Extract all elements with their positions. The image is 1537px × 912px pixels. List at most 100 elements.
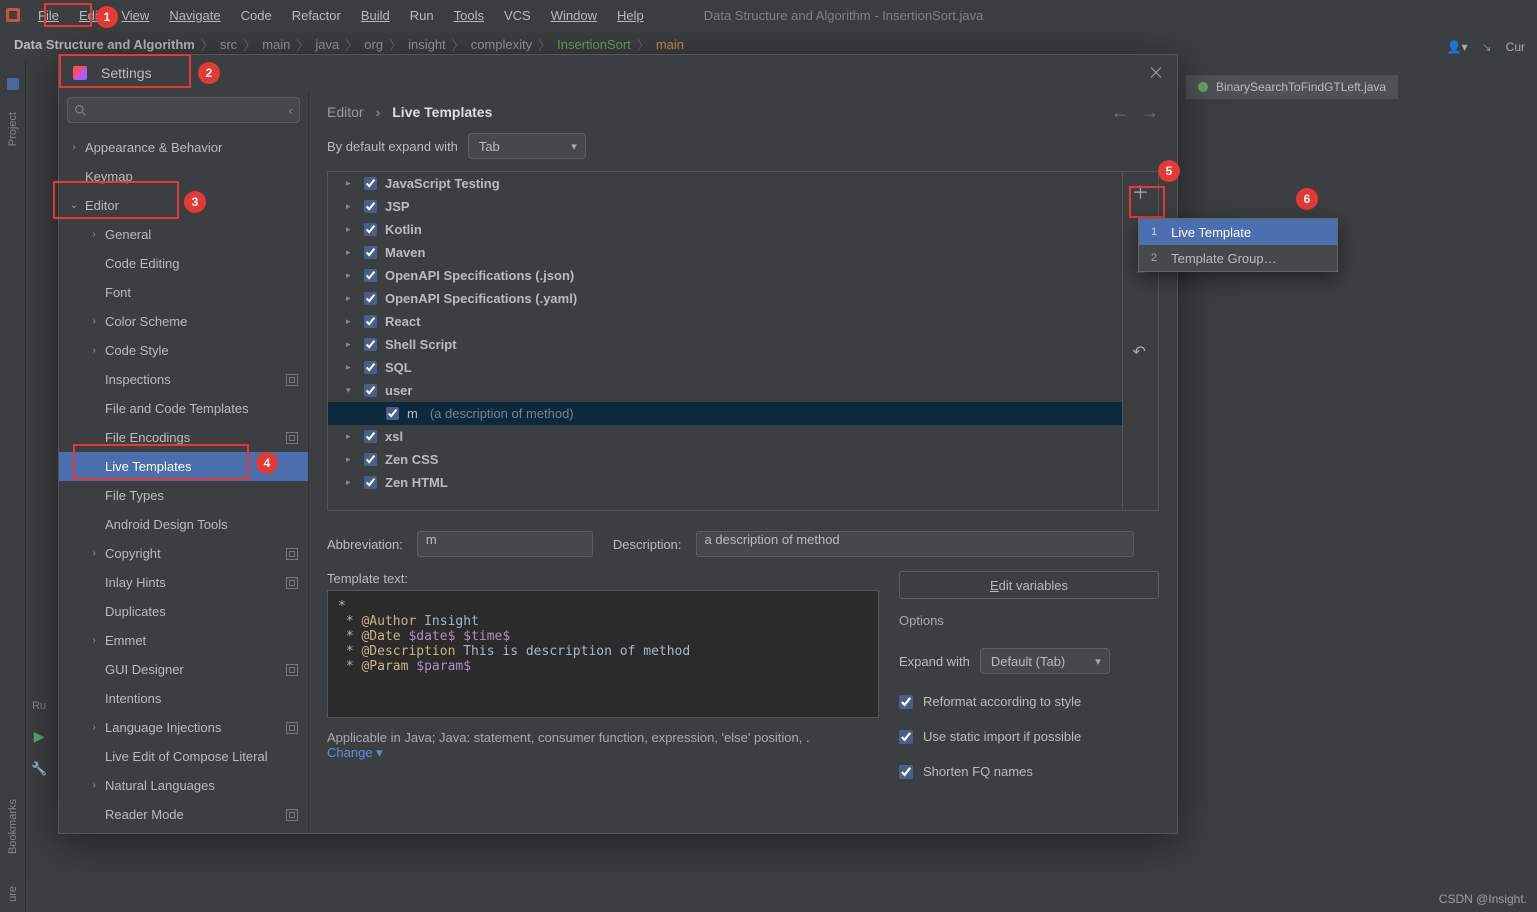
static-import-checkbox[interactable]: Use static import if possible: [899, 729, 1159, 744]
main-menubar: File Edit View Navigate Code Refactor Bu…: [0, 0, 1537, 30]
popup-template-group[interactable]: 2Template Group…: [1139, 245, 1337, 271]
crumb[interactable]: Data Structure and Algorithm: [14, 37, 195, 52]
template-list[interactable]: ▸JavaScript Testing▸JSP▸Kotlin▸Maven▸Ope…: [328, 172, 1122, 510]
template-group[interactable]: ▸SQL: [328, 356, 1122, 379]
crumb[interactable]: org: [364, 37, 383, 52]
settings-tree-item[interactable]: ›General: [59, 220, 308, 249]
editor-tab[interactable]: BinarySearchToFindGTLeft.java: [1186, 75, 1398, 99]
menu-tools[interactable]: Tools: [444, 4, 494, 27]
bookmarks-tool-label[interactable]: Bookmarks: [7, 799, 19, 854]
settings-tree-item[interactable]: Reader Mode: [59, 800, 308, 829]
expand-with-dropdown[interactable]: Tab: [468, 133, 586, 159]
project-tool-icon[interactable]: [7, 78, 19, 90]
menu-window[interactable]: Window: [541, 4, 607, 27]
template-group[interactable]: ▸JavaScript Testing: [328, 172, 1122, 195]
settings-tree-item[interactable]: Code Editing: [59, 249, 308, 278]
template-group[interactable]: ▸Zen CSS: [328, 448, 1122, 471]
crumb[interactable]: src: [220, 37, 237, 52]
revert-icon[interactable]: [1133, 342, 1149, 358]
settings-tree-item[interactable]: Font: [59, 278, 308, 307]
forward-arrow-icon[interactable]: →: [1141, 102, 1159, 123]
java-file-icon: [1198, 82, 1208, 92]
build-hammer-icon[interactable]: ↘: [1482, 40, 1492, 54]
change-link[interactable]: Change ▾: [327, 745, 383, 760]
crumb[interactable]: complexity: [471, 37, 532, 52]
settings-tree-item[interactable]: ›Code Style: [59, 336, 308, 365]
play-icon[interactable]: ▶: [34, 728, 45, 745]
crumb-editor[interactable]: Editor: [327, 104, 364, 120]
menu-vcs[interactable]: VCS: [494, 4, 541, 27]
callout-2-box: [59, 54, 191, 88]
settings-tree-item[interactable]: Intentions: [59, 684, 308, 713]
settings-tree-item[interactable]: ›Appearance & Behavior: [59, 133, 308, 162]
description-label: Description:: [613, 537, 682, 552]
menu-code[interactable]: Code: [231, 4, 282, 27]
crumb[interactable]: main: [656, 37, 684, 52]
settings-tree-item[interactable]: Live Edit of Compose Literal: [59, 742, 308, 771]
crumb[interactable]: InsertionSort: [557, 37, 631, 52]
close-icon[interactable]: [1149, 66, 1163, 80]
run-toolwindow-rail: Ru ▶ 🔧: [31, 700, 47, 777]
template-group[interactable]: ▸OpenAPI Specifications (.json): [328, 264, 1122, 287]
options-title: Options: [899, 613, 1159, 628]
settings-breadcrumb: Editor › Live Templates ← →: [327, 91, 1159, 133]
shorten-fq-checkbox[interactable]: Shorten FQ names: [899, 764, 1159, 779]
settings-tree-item[interactable]: Android Design Tools: [59, 510, 308, 539]
callout-2-badge: 2: [198, 62, 220, 84]
callout-6-badge: 6: [1296, 188, 1318, 210]
settings-tree-item[interactable]: Inspections: [59, 365, 308, 394]
run-label[interactable]: Ru: [32, 700, 46, 712]
settings-tree-item[interactable]: Duplicates: [59, 597, 308, 626]
template-text-editor[interactable]: * * @Author Insight * @Date $date$ $time…: [327, 590, 879, 718]
template-group[interactable]: ▸Zen HTML: [328, 471, 1122, 494]
callout-1-box: [44, 3, 92, 27]
template-group[interactable]: ▸OpenAPI Specifications (.yaml): [328, 287, 1122, 310]
abbreviation-field[interactable]: m: [417, 531, 593, 557]
editor-tab-label: BinarySearchToFindGTLeft.java: [1216, 80, 1386, 94]
callout-3-box: [53, 181, 179, 219]
template-group[interactable]: ▸xsl: [328, 425, 1122, 448]
settings-tree-item[interactable]: File and Code Templates: [59, 394, 308, 423]
settings-tree-item[interactable]: Inlay Hints: [59, 568, 308, 597]
crumb[interactable]: java: [315, 37, 339, 52]
wrench-icon[interactable]: 🔧: [31, 761, 47, 777]
crumb[interactable]: insight: [408, 37, 446, 52]
menu-run[interactable]: Run: [400, 4, 444, 27]
template-group[interactable]: ▸Kotlin: [328, 218, 1122, 241]
template-group[interactable]: ▾user: [328, 379, 1122, 402]
crumb[interactable]: main: [262, 37, 290, 52]
expand-with-dropdown2[interactable]: Default (Tab): [980, 648, 1110, 674]
description-field[interactable]: a description of method: [696, 531, 1134, 557]
template-item[interactable]: m(a description of method): [328, 402, 1122, 425]
template-group[interactable]: ▸JSP: [328, 195, 1122, 218]
edit-variables-button[interactable]: Edit variables: [899, 571, 1159, 599]
settings-tree-item[interactable]: ›Natural Languages: [59, 771, 308, 800]
popup-live-template[interactable]: 1Live Template: [1139, 219, 1337, 245]
settings-tree-item[interactable]: ›Color Scheme: [59, 307, 308, 336]
user-icon[interactable]: 👤▾: [1447, 40, 1468, 54]
settings-search[interactable]: ‹: [67, 97, 300, 123]
toolbar-right: 👤▾ ↘ Cur: [1447, 40, 1525, 54]
template-group[interactable]: ▸Maven: [328, 241, 1122, 264]
menu-view[interactable]: View: [111, 4, 159, 27]
dialog-titlebar: Settings: [59, 55, 1177, 91]
template-group[interactable]: ▸React: [328, 310, 1122, 333]
back-arrow-icon[interactable]: ←: [1111, 102, 1129, 123]
callout-4-box: [73, 444, 249, 480]
settings-tree-item[interactable]: ›Language Injections: [59, 713, 308, 742]
menu-help[interactable]: Help: [607, 4, 654, 27]
settings-tree[interactable]: ›Appearance & BehaviorKeymap⌄Editor›Gene…: [59, 129, 308, 833]
settings-tree-item[interactable]: ›Copyright: [59, 539, 308, 568]
menu-navigate[interactable]: Navigate: [159, 4, 230, 27]
template-group[interactable]: ▸Shell Script: [328, 333, 1122, 356]
settings-tree-item[interactable]: GUI Designer: [59, 655, 308, 684]
reformat-checkbox[interactable]: Reformat according to style: [899, 694, 1159, 709]
menu-refactor[interactable]: Refactor: [282, 4, 351, 27]
menu-build[interactable]: Build: [351, 4, 400, 27]
run-config-label[interactable]: Cur: [1506, 40, 1525, 54]
settings-tree-item[interactable]: File Types: [59, 481, 308, 510]
project-tool-label[interactable]: Project: [7, 112, 19, 146]
structure-tool-label[interactable]: ure: [7, 886, 19, 902]
settings-tree-item[interactable]: ›Emmet: [59, 626, 308, 655]
template-text-label: Template text:: [327, 571, 879, 586]
